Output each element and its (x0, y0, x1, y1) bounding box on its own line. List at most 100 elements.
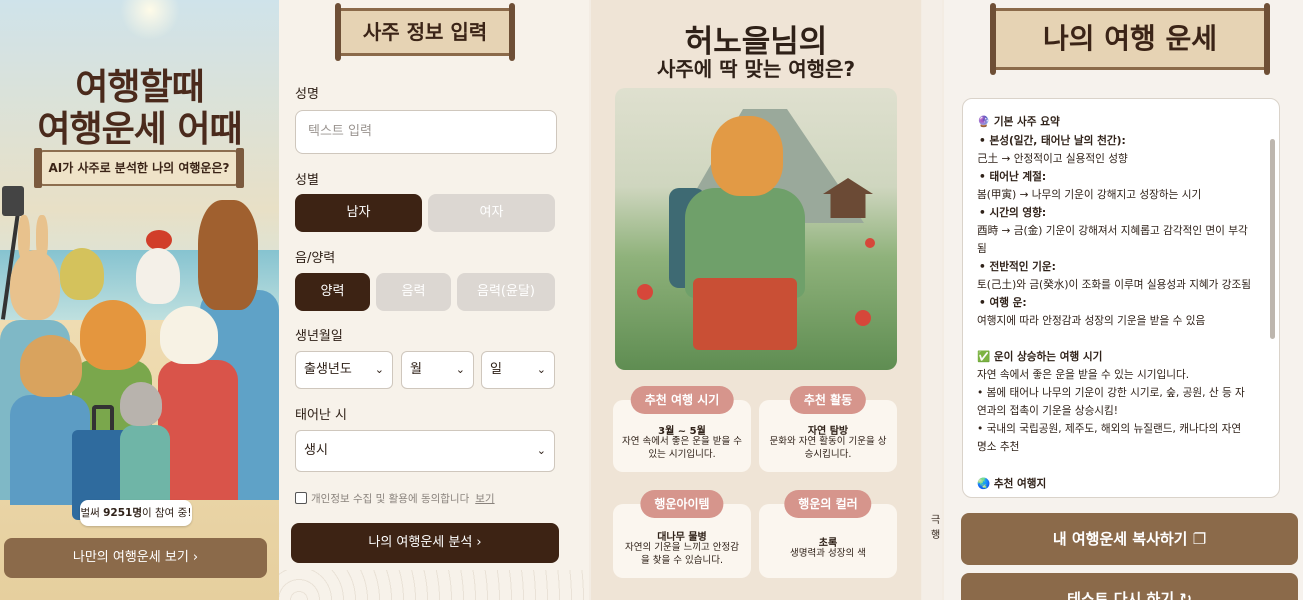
badge-prefix: 벌써 (80, 507, 104, 519)
fortune-line: • 전반적인 기운: (979, 261, 1056, 273)
lunar-button[interactable]: 음력 (376, 273, 451, 311)
card-tag: 행운아이템 (640, 490, 724, 518)
rooster-illustration (136, 248, 180, 304)
birth-time-select[interactable]: 생시 ⌄ (295, 430, 555, 472)
birth-year-select[interactable]: 출생년도 ⌄ (295, 351, 393, 389)
birth-year-value: 출생년도 (304, 362, 352, 377)
card-desc: 자연의 기운을 느끼고 안정감을 찾을 수 있습니다. (625, 542, 739, 566)
dog-illustration (20, 335, 82, 397)
fortune-line: 됨 (977, 243, 987, 255)
result-summary-panel: 허노을님의 사주에 딱 맞는 여행은? 추천 여행 시기 3월 ~ 5월 자연 … (591, 0, 921, 600)
card-activity: 추천 활동 자연 탐방 문화와 자연 활동이 기운을 상승시킵니다. (759, 386, 897, 472)
fortune-line: • 봄에 태어나 나무의 기운이 강한 시기로, 숲, 공원, 산 등 자 (977, 387, 1245, 399)
card-desc: 생명력과 성장의 색 (790, 548, 866, 559)
intro-panel: 여행할때 여행운세 어때 AI가 사주로 분석한 나의 여행운은? 벌써 925… (0, 0, 279, 600)
snake-illustration (60, 248, 104, 300)
name-input[interactable]: 텍스트 입력 (295, 110, 557, 154)
calendar-label: 음/양력 (295, 251, 336, 266)
fortune-line: ✅ 운이 상승하는 여행 시기 (977, 351, 1103, 363)
intro-subtitle-banner: AI가 사주로 분석한 나의 여행운은? (34, 148, 244, 188)
birth-time-label: 태어난 시 (295, 408, 347, 423)
card-tag: 추천 여행 시기 (630, 386, 734, 414)
result-subtitle: 사주에 딱 맞는 여행은? (656, 57, 856, 81)
chevron-down-icon: ⌄ (455, 363, 465, 376)
gender-female-button[interactable]: 여자 (428, 194, 555, 232)
consent-view-link[interactable]: 보기 (475, 493, 494, 505)
birth-month-select[interactable]: 월 ⌄ (401, 351, 474, 389)
saju-input-panel: 사주 정보 입력 성명 텍스트 입력 성별 남자 여자 음/양력 양력 음력 음… (279, 0, 589, 600)
sun-glow (120, 0, 180, 40)
gender-male-button[interactable]: 남자 (295, 194, 422, 232)
rabbit-illustration (10, 250, 60, 320)
partial-panel-strip: 극 행 (922, 0, 942, 600)
card-desc: 문화와 자연 활동이 기운을 상승시킵니다. (769, 436, 887, 460)
retry-test-button[interactable]: 테스트 다시 하기 ↻ (961, 573, 1298, 600)
consent-text: 개인정보 수집 및 활용에 동의합니다 (311, 493, 470, 505)
mouse-illustration (120, 382, 162, 426)
tiger-skirt (693, 278, 797, 350)
fortune-line: • 태어난 계절: (979, 171, 1047, 183)
phone-icon (2, 186, 24, 216)
analyze-button[interactable]: 나의 여행운세 분석 › (291, 523, 559, 563)
fortune-line: 자연 속에서 좋은 운을 받을 수 있는 시기입니다. (977, 369, 1190, 381)
birth-time-value: 생시 (304, 443, 328, 458)
card-travel-period: 추천 여행 시기 3월 ~ 5월 자연 속에서 좋은 운을 받을 수 있는 시기… (613, 386, 751, 472)
card-lucky-item: 행운아이템 대나무 물병 자연의 기운을 느끼고 안정감을 찾을 수 있습니다. (613, 490, 751, 578)
birth-day-value: 일 (490, 362, 502, 377)
flower-icon (637, 284, 653, 300)
tiger-head (711, 116, 783, 196)
strip-text: 극 (931, 515, 941, 526)
tiger-illustration (80, 300, 146, 370)
mouse-shirt (120, 425, 170, 505)
solar-button[interactable]: 양력 (295, 273, 370, 311)
flower-icon (865, 238, 875, 248)
fortune-line: 연과의 접촉이 기운을 상승시킴! (977, 405, 1119, 417)
view-fortune-button[interactable]: 나만의 여행운세 보기 › (4, 538, 267, 578)
fortune-line: • 국내의 국립공원, 제주도, 해외의 뉴질랜드, 캐나다의 자연 (977, 423, 1242, 435)
participant-count: 9251명 (103, 507, 143, 519)
tiger-traveler-illustration (615, 88, 897, 370)
name-label: 성명 (295, 87, 319, 102)
strip-text: 행 (931, 530, 941, 541)
chevron-down-icon: ⌄ (536, 363, 546, 376)
fortune-line: 己土 → 안정적이고 실용적인 성향 (977, 153, 1128, 165)
birthdate-label: 생년월일 (295, 329, 343, 344)
form-header-scroll: 사주 정보 입력 (335, 3, 515, 61)
wave-pattern (279, 570, 589, 600)
card-desc: 자연 속에서 좋은 운을 받을 수 있는 시기입니다. (622, 436, 742, 460)
fortune-line: 봄(甲寅) → 나무의 기운이 강해지고 성장하는 시기 (977, 189, 1202, 201)
fortune-line: 여행지에 따라 안정감과 성장의 기운을 받을 수 있음 (977, 315, 1206, 327)
fortune-line: • 본성(일간, 태어난 날의 천간): (979, 135, 1126, 147)
sheep-shirt (158, 360, 238, 500)
fortune-detail-panel: 나의 여행 운세 🔮 기본 사주 요약 • 본성(일간, 태어난 날의 천간):… (944, 0, 1303, 600)
suitcase-handle (92, 405, 114, 431)
sheep-illustration (160, 306, 218, 364)
participants-badge: 벌써 9251명이 참여 중! (80, 500, 192, 526)
copy-fortune-button[interactable]: 내 여행운세 복사하기 ❐ (961, 513, 1298, 565)
consent-checkbox[interactable] (295, 492, 307, 504)
rooster-comb (146, 230, 172, 250)
birth-month-value: 월 (410, 362, 422, 377)
flower-icon (855, 310, 871, 326)
fortune-line: • 여행 운: (979, 297, 1027, 309)
fortune-line: 酉時 → 금(金) 기운이 강해져서 지혜롭고 감각적인 면이 부각 (977, 225, 1248, 237)
card-tag: 행운의 컬러 (784, 490, 872, 518)
privacy-consent: 개인정보 수집 및 활용에 동의합니다 보기 (295, 491, 495, 506)
chevron-down-icon: ⌄ (536, 444, 546, 457)
detail-header-scroll: 나의 여행 운세 (990, 3, 1270, 75)
birth-day-select[interactable]: 일 ⌄ (481, 351, 555, 389)
lunar-leap-button[interactable]: 음력(윤달) (457, 273, 555, 311)
gender-label: 성별 (295, 173, 319, 188)
intro-title-line2: 여행운세 어때 (37, 109, 242, 150)
horse-illustration (198, 200, 258, 310)
fortune-line: • 시간의 영향: (979, 207, 1047, 219)
scrollbar[interactable] (1270, 139, 1275, 339)
card-tag: 추천 활동 (789, 386, 867, 414)
fortune-line: 🌏 추천 여행지 (977, 478, 1047, 490)
fortune-line: 명소 추천 (977, 441, 1020, 453)
card-lucky-color: 행운의 컬러 초록 생명력과 성장의 색 (759, 490, 897, 578)
badge-suffix: 이 참여 중! (142, 507, 192, 519)
fortune-text-box[interactable]: 🔮 기본 사주 요약 • 본성(일간, 태어난 날의 천간): 己土 → 안정적… (962, 98, 1280, 498)
fortune-line: 토(己土)와 금(癸水)이 조화를 이루며 실용성과 지혜가 강조됨 (977, 279, 1252, 291)
fortune-line: 🔮 기본 사주 요약 (977, 116, 1060, 128)
